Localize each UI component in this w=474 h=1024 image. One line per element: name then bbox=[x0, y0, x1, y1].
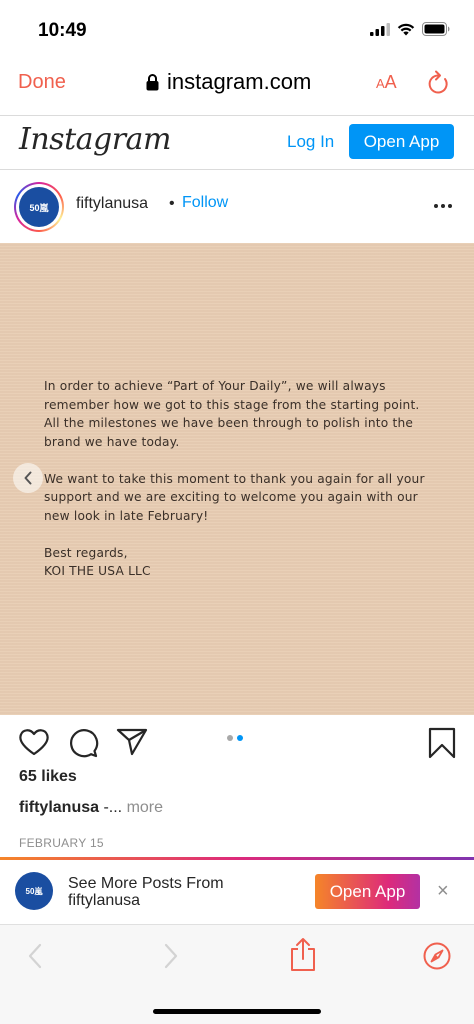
caption-more-link[interactable]: more bbox=[127, 799, 163, 816]
post-header: 50嵐 fiftylanusa • Follow bbox=[0, 170, 474, 242]
share-icon[interactable] bbox=[116, 727, 148, 757]
caption-username[interactable]: fiftylanusa bbox=[19, 799, 99, 816]
avatar[interactable]: 50嵐 bbox=[14, 182, 64, 232]
home-indicator[interactable] bbox=[153, 1009, 321, 1014]
open-app-banner: 50嵐 See More Posts From fiftylanusa Open… bbox=[0, 860, 474, 923]
chevron-left-icon bbox=[24, 471, 32, 485]
post-username[interactable]: fiftylanusa bbox=[76, 195, 148, 213]
done-button[interactable]: Done bbox=[18, 71, 66, 94]
image-closing-line-2: KOI THE USA LLC bbox=[44, 564, 151, 578]
url-text: instagram.com bbox=[167, 69, 312, 94]
caption: fiftylanusa -... more bbox=[19, 799, 163, 817]
follow-button[interactable]: Follow bbox=[182, 194, 228, 212]
image-closing-line-1: Best regards, bbox=[44, 545, 128, 560]
status-icons bbox=[370, 22, 450, 36]
promo-avatar: 50嵐 bbox=[15, 872, 53, 910]
reload-icon[interactable] bbox=[426, 70, 450, 96]
text-size-small-a: A bbox=[376, 76, 385, 91]
status-time: 10:49 bbox=[38, 20, 87, 41]
image-paragraph-2: We want to take this moment to thank you… bbox=[44, 471, 425, 523]
comment-icon[interactable] bbox=[67, 727, 99, 759]
separator-dot: • bbox=[169, 195, 175, 212]
post-image-text: In order to achieve “Part of Your Daily”… bbox=[44, 377, 429, 581]
carousel-indicator bbox=[227, 735, 243, 741]
heart-icon[interactable] bbox=[18, 727, 50, 757]
post-image[interactable]: In order to achieve “Part of Your Daily”… bbox=[0, 243, 474, 715]
avatar-logo: 50嵐 bbox=[19, 187, 59, 227]
more-dot bbox=[441, 204, 445, 208]
close-icon[interactable]: × bbox=[437, 880, 449, 903]
promo-open-app-button[interactable]: Open App bbox=[315, 874, 420, 909]
signal-icon bbox=[370, 22, 390, 36]
more-dot bbox=[448, 204, 452, 208]
carousel-prev-button[interactable] bbox=[13, 463, 43, 493]
forward-icon[interactable] bbox=[162, 941, 180, 971]
avatar-border: 50嵐 bbox=[16, 184, 62, 230]
back-icon[interactable] bbox=[26, 941, 44, 971]
safari-address-bar: Done instagram.com AA bbox=[0, 60, 474, 110]
instagram-header: Instagram Log In Open App bbox=[0, 116, 474, 170]
bookmark-icon[interactable] bbox=[428, 727, 456, 759]
more-dot bbox=[434, 204, 438, 208]
url-field[interactable]: instagram.com bbox=[146, 69, 311, 95]
carousel-dot bbox=[227, 735, 233, 741]
login-button[interactable]: Log In bbox=[287, 132, 334, 152]
promo-line-2: fiftylanusa bbox=[68, 892, 141, 909]
open-app-button[interactable]: Open App bbox=[349, 124, 454, 159]
wifi-icon bbox=[397, 23, 415, 36]
carousel-dot-active bbox=[237, 735, 243, 741]
text-size-button[interactable]: AA bbox=[376, 72, 397, 93]
battery-icon bbox=[422, 22, 450, 36]
likes-count[interactable]: 65 likes bbox=[19, 768, 77, 786]
compass-icon[interactable] bbox=[423, 942, 451, 970]
text-size-large-a: A bbox=[384, 72, 397, 92]
status-bar: 10:49 bbox=[0, 0, 474, 60]
caption-text: -... bbox=[99, 799, 127, 816]
lock-icon bbox=[146, 73, 159, 90]
post-actions bbox=[0, 715, 474, 771]
share-sheet-icon[interactable] bbox=[289, 937, 317, 973]
more-options-icon[interactable] bbox=[434, 196, 458, 216]
safari-toolbar bbox=[0, 924, 474, 1024]
promo-text: See More Posts From fiftylanusa bbox=[68, 875, 224, 909]
promo-line-1: See More Posts From bbox=[68, 875, 224, 892]
post-date: FEBRUARY 15 bbox=[19, 836, 104, 850]
image-paragraph-1: In order to achieve “Part of Your Daily”… bbox=[44, 379, 420, 449]
instagram-logo[interactable]: Instagram bbox=[19, 122, 171, 157]
